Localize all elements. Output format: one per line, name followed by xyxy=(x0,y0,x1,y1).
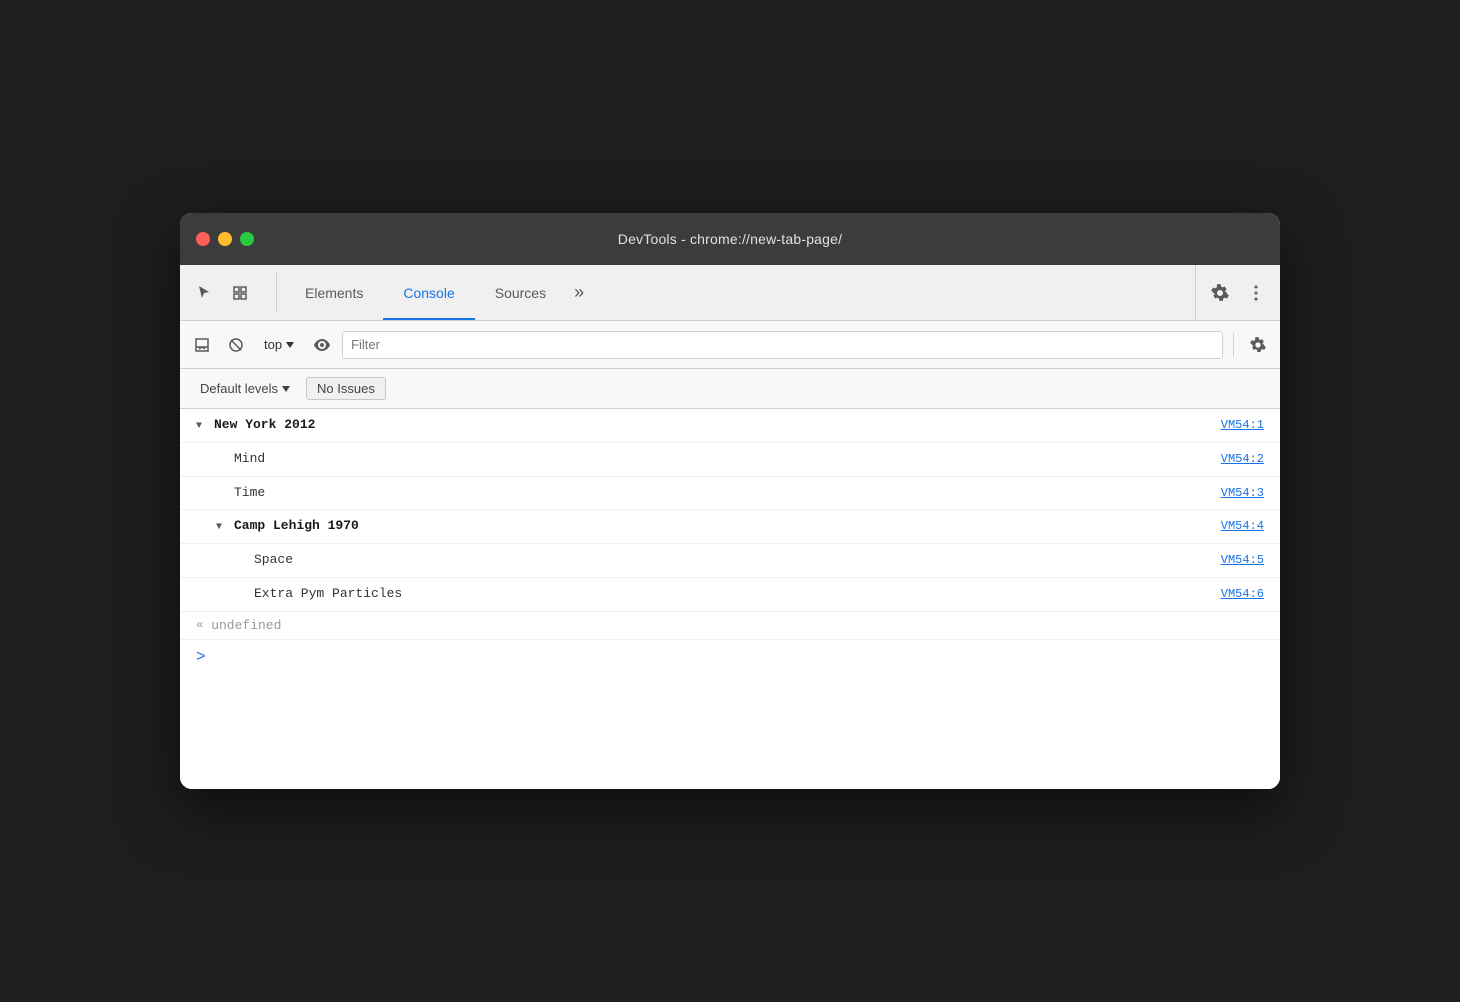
console-row-0: ▼ New York 2012 VM54:1 xyxy=(180,409,1280,443)
prompt-caret: > xyxy=(196,648,206,666)
drawer-icon xyxy=(195,338,209,352)
traffic-lights xyxy=(196,232,254,246)
console-input[interactable] xyxy=(214,649,1264,664)
console-prompt: > xyxy=(180,640,1280,674)
row-link-1[interactable]: VM54:2 xyxy=(1221,450,1264,469)
row-text-3: Camp Lehigh 1970 xyxy=(234,516,727,537)
live-expressions-button[interactable] xyxy=(308,331,336,359)
tab-bar: Elements Console Sources » xyxy=(180,265,1280,321)
row-link-4[interactable]: VM54:5 xyxy=(1221,551,1264,570)
tab-sources[interactable]: Sources xyxy=(475,265,566,320)
tab-console[interactable]: Console xyxy=(383,265,474,320)
show-drawer-button[interactable] xyxy=(188,331,216,359)
undefined-value: undefined xyxy=(211,618,281,633)
console-undefined-row: « undefined xyxy=(180,612,1280,640)
row-text-1: Mind xyxy=(234,449,727,470)
row-toggle-0[interactable]: ▼ xyxy=(196,419,212,435)
more-options-button[interactable] xyxy=(1240,277,1272,309)
devtools-panel: Elements Console Sources » xyxy=(180,265,1280,789)
tab-elements[interactable]: Elements xyxy=(285,265,383,320)
tab-bar-right xyxy=(1195,265,1272,320)
levels-chevron-icon xyxy=(282,386,290,392)
gear-icon xyxy=(1211,284,1229,302)
row-text-0: New York 2012 xyxy=(214,415,717,436)
close-button[interactable] xyxy=(196,232,210,246)
return-arrow: « xyxy=(196,618,203,632)
row-text-2: Time xyxy=(234,483,727,504)
filter-input[interactable] xyxy=(342,331,1223,359)
console-settings-button[interactable] xyxy=(1244,331,1272,359)
console-row-4: Space VM54:5 xyxy=(180,544,1280,578)
no-issues-button[interactable]: No Issues xyxy=(306,377,386,400)
row-text-5: Extra Pym Particles xyxy=(254,584,737,605)
cursor-icon xyxy=(196,285,212,301)
window-title: DevTools - chrome://new-tab-page/ xyxy=(618,231,842,247)
console-content: ▼ New York 2012 VM54:1 Mind VM54:2 xyxy=(180,409,1280,789)
eye-icon xyxy=(314,339,330,351)
console-toolbar-2: Default levels No Issues xyxy=(180,369,1280,409)
console-row-1: Mind VM54:2 xyxy=(180,443,1280,477)
clear-console-button[interactable] xyxy=(222,331,250,359)
row-link-3[interactable]: VM54:4 xyxy=(1221,517,1264,536)
row-link-0[interactable]: VM54:1 xyxy=(1221,416,1264,435)
minimize-button[interactable] xyxy=(218,232,232,246)
row-toggle-1 xyxy=(216,453,232,469)
chevron-down-icon xyxy=(286,342,294,348)
row-link-5[interactable]: VM54:6 xyxy=(1221,585,1264,604)
row-toggle-2 xyxy=(216,487,232,503)
console-row-3: ▼ Camp Lehigh 1970 VM54:4 xyxy=(180,510,1280,544)
row-toggle-4 xyxy=(236,554,252,570)
tab-bar-icons xyxy=(188,265,268,320)
context-selector[interactable]: top xyxy=(256,335,302,354)
console-row-2: Time VM54:3 xyxy=(180,477,1280,511)
tab-more[interactable]: » xyxy=(566,265,592,320)
title-bar: DevTools - chrome://new-tab-page/ xyxy=(180,213,1280,265)
toolbar-divider xyxy=(1233,333,1234,357)
row-toggle-5 xyxy=(236,588,252,604)
console-row-5: Extra Pym Particles VM54:6 xyxy=(180,578,1280,612)
select-element-button[interactable] xyxy=(188,277,220,309)
maximize-button[interactable] xyxy=(240,232,254,246)
settings-button[interactable] xyxy=(1204,277,1236,309)
default-levels-button[interactable]: Default levels xyxy=(192,378,298,399)
kebab-menu-icon xyxy=(1254,285,1258,301)
row-link-2[interactable]: VM54:3 xyxy=(1221,484,1264,503)
console-gear-icon xyxy=(1250,337,1266,353)
row-text-4: Space xyxy=(254,550,737,571)
row-toggle-3[interactable]: ▼ xyxy=(216,520,232,536)
inspect-icon xyxy=(232,285,248,301)
tab-divider xyxy=(276,273,277,312)
devtools-window: DevTools - chrome://new-tab-page/ xyxy=(180,213,1280,789)
tabs: Elements Console Sources » xyxy=(285,265,1187,320)
inspect-button[interactable] xyxy=(224,277,256,309)
ban-icon xyxy=(229,338,243,352)
console-toolbar: top xyxy=(180,321,1280,369)
